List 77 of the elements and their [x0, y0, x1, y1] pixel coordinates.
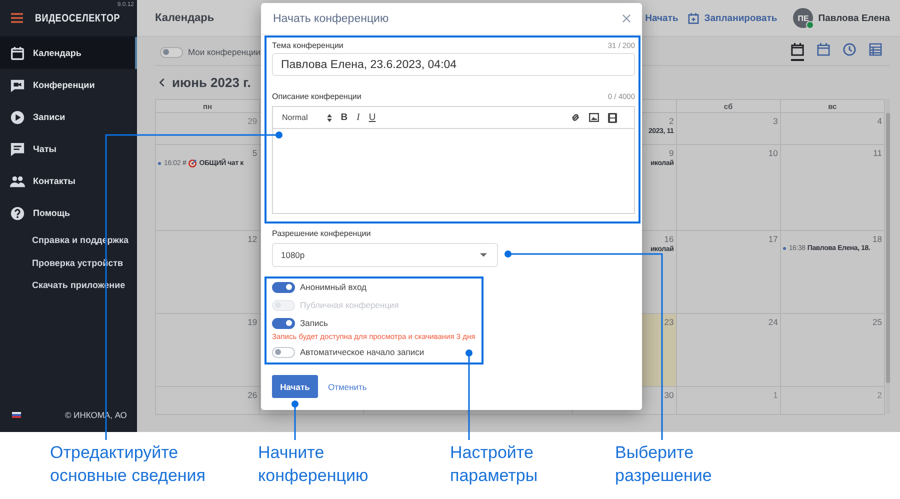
start-button[interactable]: Начать — [272, 375, 318, 398]
target-icon — [188, 159, 198, 168]
page-title: Календарь — [155, 12, 214, 24]
play-icon — [10, 110, 25, 124]
day-number: 16 — [664, 234, 674, 244]
resolution-select[interactable]: 1080p — [272, 243, 498, 267]
leader-line — [292, 400, 298, 440]
chat-icon — [10, 142, 25, 156]
day-number: 3 — [773, 116, 778, 126]
day-number: 17 — [768, 234, 778, 244]
close-icon[interactable] — [622, 14, 631, 23]
annotation-caption: Начните конференцию — [258, 442, 370, 487]
day-number: 1 — [773, 390, 778, 400]
sidebar-item[interactable]: Записи — [0, 101, 137, 133]
annotation-caption: Выберите разрешение — [615, 442, 713, 487]
format-button[interactable]: U — [368, 112, 376, 123]
calendar-icon — [10, 46, 25, 60]
description-field[interactable] — [272, 129, 635, 214]
schedule-button[interactable]: Запланировать — [688, 12, 778, 24]
day-number: 11 — [873, 148, 882, 158]
day-number: 2 — [668, 116, 674, 126]
day-number: 18 — [872, 234, 882, 244]
chevron-left-icon[interactable] — [159, 78, 165, 87]
day-number: 19 — [248, 317, 258, 327]
annotation-caption: Настройте параметры — [450, 442, 539, 487]
toggle-label: Мои конференции — [188, 47, 260, 57]
day-number: 24 — [768, 317, 778, 327]
menu-icon[interactable] — [11, 13, 23, 23]
toggle-switch[interactable] — [272, 346, 295, 358]
calendar-plus-icon — [688, 12, 700, 24]
dialog-title: Начать конференцию — [273, 12, 389, 24]
option-label: Анонимный вход — [300, 282, 366, 292]
option-label: Запись — [300, 318, 328, 328]
format-button[interactable]: I — [356, 112, 360, 122]
day-number: 30 — [664, 390, 674, 400]
link-icon[interactable] — [571, 113, 580, 122]
day-number: 4 — [877, 116, 882, 126]
sort-icon[interactable] — [326, 114, 332, 122]
image-icon[interactable] — [589, 113, 599, 122]
sidebar-item[interactable]: Помощь — [0, 197, 137, 229]
day-number: 5 — [252, 148, 258, 158]
user-name[interactable]: Павлова Елена — [818, 12, 890, 24]
day-view-icon[interactable] — [791, 43, 804, 61]
day-number: 9 — [668, 148, 674, 158]
help-icon — [10, 206, 25, 220]
field-label: Описание конференции — [272, 92, 362, 101]
annotation-caption: Отредактируйте основные сведения — [50, 442, 206, 487]
field-label: Разрешение конференции — [272, 229, 371, 238]
sidebar-item[interactable]: Календарь — [0, 37, 137, 69]
option-label: Публичная конференция — [300, 300, 399, 310]
day-number: 29 — [248, 116, 258, 126]
day-number: 12 — [248, 234, 258, 244]
sidebar-item[interactable]: Конференции — [0, 69, 137, 101]
flag-icon[interactable] — [12, 412, 21, 418]
day-number: 2 — [877, 390, 882, 400]
month-title: июнь 2023 г. — [172, 75, 251, 90]
format-button[interactable]: B — [340, 112, 348, 123]
day-number: 26 — [248, 390, 258, 400]
avatar[interactable]: ПЕ — [793, 8, 814, 28]
field-label: Тема конференции — [272, 41, 344, 50]
toggle-switch[interactable] — [272, 282, 295, 292]
option-label: Автоматическое начало записи — [300, 347, 424, 357]
day-number: 10 — [768, 148, 778, 158]
toggle-switch[interactable] — [160, 46, 183, 58]
format-select[interactable]: Normal — [282, 113, 308, 122]
video-chat-icon — [10, 78, 25, 92]
people-icon — [10, 174, 25, 188]
cancel-link[interactable]: Отменить — [328, 382, 367, 392]
logo-text: ВИДЕОСЕЛЕКТОР — [35, 12, 120, 24]
video-icon[interactable] — [608, 112, 617, 122]
topic-field[interactable]: Павлова Елена, 23.6.2023, 04:04 — [272, 53, 635, 76]
day-number: 25 — [872, 317, 882, 327]
sidebar-item[interactable]: Контакты — [0, 165, 137, 197]
sidebar-item[interactable]: Чаты — [0, 133, 137, 165]
caret-icon — [480, 253, 487, 257]
toggle-switch[interactable] — [272, 318, 295, 328]
day-number: 23 — [664, 317, 674, 327]
